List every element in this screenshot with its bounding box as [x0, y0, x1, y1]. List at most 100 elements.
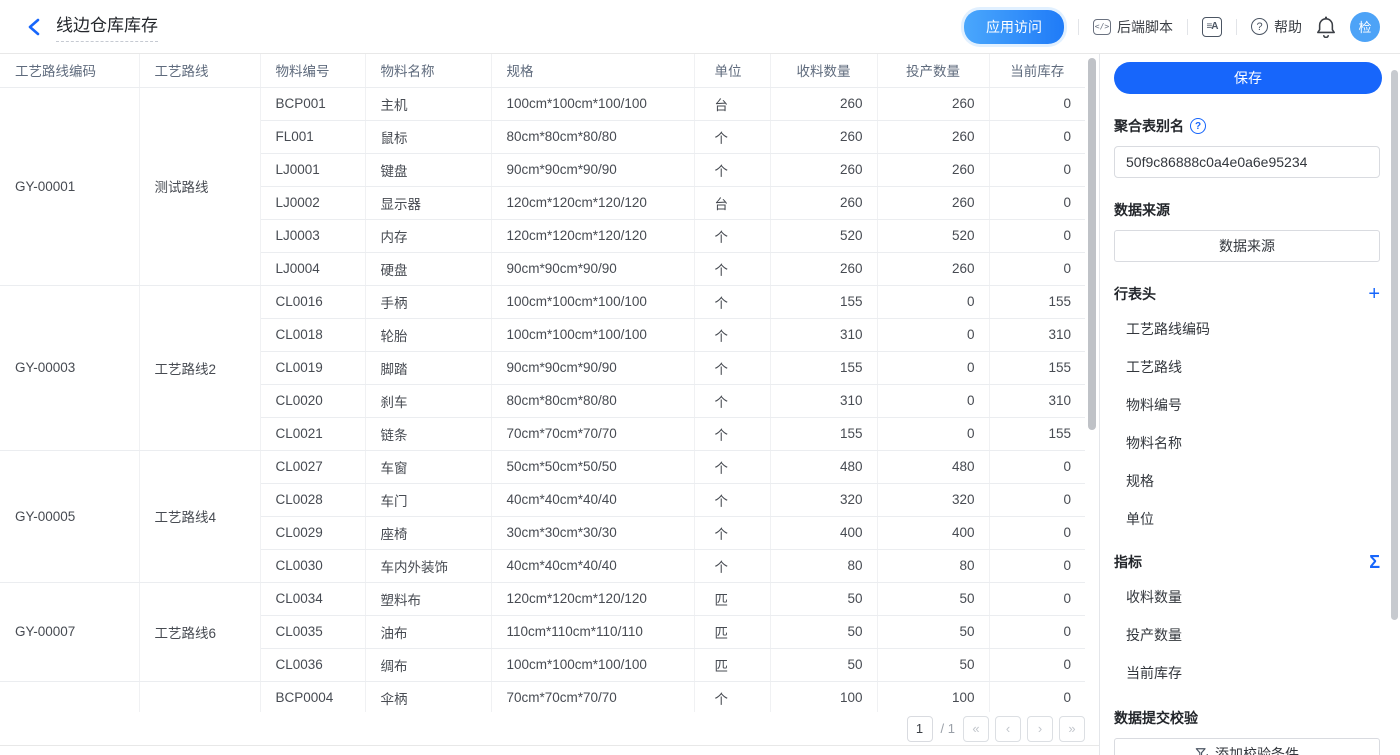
sidebar-vertical-scrollbar[interactable] [1391, 70, 1398, 620]
route-code-cell [0, 681, 139, 712]
add-validation-label: 添加校验条件 [1215, 744, 1299, 755]
metric-list: 收料数量 投产数量 当前库存 [1114, 578, 1380, 692]
route-name-cell: 工艺路线6 [139, 582, 260, 681]
row-header-item[interactable]: 物料编号 [1114, 386, 1380, 424]
row-header-item[interactable]: 工艺路线 [1114, 348, 1380, 386]
cell: 匹 [694, 582, 770, 615]
cell: CL0027 [260, 450, 365, 483]
cell: 0 [989, 153, 1085, 186]
datasource-button[interactable]: 数据来源 [1114, 230, 1380, 262]
cell: 0 [989, 252, 1085, 285]
cell: CL0018 [260, 318, 365, 351]
last-page-button[interactable]: » [1059, 716, 1085, 742]
cell: 匹 [694, 615, 770, 648]
back-button[interactable] [22, 15, 46, 39]
cell: 个 [694, 417, 770, 450]
row-header-item[interactable]: 工艺路线编码 [1114, 310, 1380, 348]
chevron-left-icon [27, 18, 41, 36]
route-name-cell: 测试路线 [139, 87, 260, 285]
cell: CL0036 [260, 648, 365, 681]
cell: LJ0004 [260, 252, 365, 285]
cell: 链条 [365, 417, 491, 450]
row-header-item[interactable]: 物料名称 [1114, 424, 1380, 462]
cell: 50 [770, 648, 877, 681]
cell: 50 [770, 615, 877, 648]
cell: 100cm*100cm*100/100 [491, 648, 694, 681]
row-header-item[interactable]: 规格 [1114, 462, 1380, 500]
translate-icon[interactable]: ≡A [1202, 17, 1222, 37]
add-row-header-icon[interactable]: + [1368, 284, 1380, 304]
cell: 120cm*120cm*120/120 [491, 186, 694, 219]
cell: 0 [877, 417, 989, 450]
cell: 0 [989, 450, 1085, 483]
alias-section-label: 聚合表别名 ? [1114, 116, 1380, 136]
cell: 车内外装饰 [365, 549, 491, 582]
cell: 个 [694, 120, 770, 153]
cell: 0 [989, 219, 1085, 252]
cell: 0 [989, 582, 1085, 615]
cell: 100 [770, 681, 877, 712]
add-validation-button[interactable]: 添加校验条件 [1114, 738, 1380, 755]
sigma-aggregate-icon[interactable]: Σ [1369, 553, 1380, 571]
cell: 0 [989, 549, 1085, 582]
table-vertical-scrollbar[interactable] [1088, 58, 1096, 430]
cell: 320 [877, 483, 989, 516]
cell: CL0019 [260, 351, 365, 384]
cell: 个 [694, 450, 770, 483]
metric-item[interactable]: 当前库存 [1114, 654, 1380, 692]
cell: 绸布 [365, 648, 491, 681]
cell: 0 [989, 615, 1085, 648]
backend-script-button[interactable]: </> 后端脚本 [1093, 17, 1173, 37]
cell: 40cm*40cm*40/40 [491, 483, 694, 516]
route-code-cell: GY-00007 [0, 582, 139, 681]
alias-input[interactable] [1114, 146, 1380, 178]
cell: 155 [770, 417, 877, 450]
col-header: 单位 [694, 54, 770, 87]
cell: 155 [770, 285, 877, 318]
help-label: 帮助 [1274, 17, 1302, 37]
prev-page-button[interactable]: ‹ [995, 716, 1021, 742]
col-header: 投产数量 [877, 54, 989, 87]
cell: 座椅 [365, 516, 491, 549]
first-page-button[interactable]: « [963, 716, 989, 742]
metric-item[interactable]: 投产数量 [1114, 616, 1380, 654]
row-headers-label-text: 行表头 [1114, 284, 1156, 304]
route-code-cell: GY-00001 [0, 87, 139, 285]
cell: 100cm*100cm*100/100 [491, 87, 694, 120]
route-name-cell: 工艺路线4 [139, 450, 260, 582]
cell: 脚踏 [365, 351, 491, 384]
metric-item[interactable]: 收料数量 [1114, 578, 1380, 616]
route-code-cell: GY-00003 [0, 285, 139, 450]
cell: 键盘 [365, 153, 491, 186]
page-number-input[interactable]: 1 [907, 716, 933, 742]
page-title[interactable]: 线边仓库库存 [56, 11, 158, 42]
avatar[interactable]: 检 [1350, 12, 1380, 42]
cell: 155 [989, 417, 1085, 450]
cell: 70cm*70cm*70/70 [491, 681, 694, 712]
save-button[interactable]: 保存 [1114, 62, 1382, 94]
cell: 520 [770, 219, 877, 252]
cell: 260 [877, 153, 989, 186]
code-icon: </> [1093, 19, 1111, 35]
row-header-item[interactable]: 单位 [1114, 500, 1380, 538]
notification-bell-icon[interactable] [1316, 16, 1336, 38]
col-header: 物料编号 [260, 54, 365, 87]
cell: BCP001 [260, 87, 365, 120]
next-page-button[interactable]: › [1027, 716, 1053, 742]
cell: 个 [694, 252, 770, 285]
cell: 155 [989, 351, 1085, 384]
cell: 个 [694, 384, 770, 417]
cell: 0 [877, 318, 989, 351]
cell: 0 [989, 681, 1085, 712]
cell: 80 [877, 549, 989, 582]
app-access-button[interactable]: 应用访问 [964, 10, 1064, 44]
alias-help-icon[interactable]: ? [1190, 118, 1206, 134]
cell: 260 [770, 186, 877, 219]
cell: 轮胎 [365, 318, 491, 351]
cell: 90cm*90cm*90/90 [491, 351, 694, 384]
cell: 260 [770, 252, 877, 285]
cell: 刹车 [365, 384, 491, 417]
cell: 0 [877, 285, 989, 318]
row-header-list: 工艺路线编码 工艺路线 物料编号 物料名称 规格 单位 [1114, 310, 1380, 538]
help-button[interactable]: ? 帮助 [1251, 17, 1302, 37]
